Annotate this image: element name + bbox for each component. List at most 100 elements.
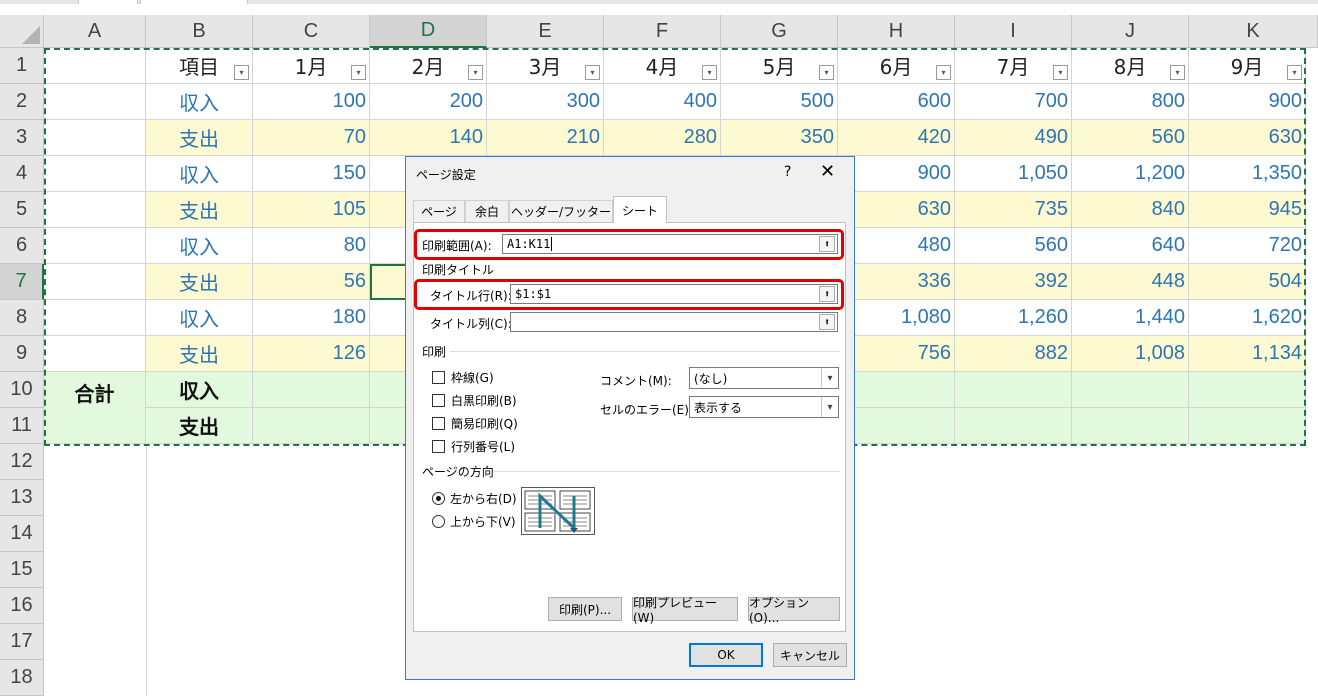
- value-cell[interactable]: 500: [721, 84, 838, 120]
- column-title-cell[interactable]: 8月 ▾: [1072, 48, 1189, 84]
- value-cell[interactable]: 1,260: [955, 300, 1072, 336]
- value-cell[interactable]: 336: [838, 264, 955, 300]
- close-icon[interactable]: ✕: [820, 161, 835, 182]
- print-button[interactable]: 印刷(P)...: [548, 597, 622, 621]
- column-title-cell[interactable]: 2月 ▾: [370, 48, 487, 84]
- value-cell[interactable]: 80: [253, 228, 370, 264]
- filter-dropdown-icon[interactable]: ▾: [702, 65, 717, 80]
- value-cell[interactable]: 140: [370, 120, 487, 156]
- total-value-cell[interactable]: [1072, 372, 1189, 408]
- value-cell[interactable]: 945: [1189, 192, 1306, 228]
- value-cell[interactable]: 560: [1072, 120, 1189, 156]
- filter-dropdown-icon[interactable]: ▾: [1287, 65, 1302, 80]
- row-header-18[interactable]: 18: [0, 660, 44, 696]
- column-title-cell[interactable]: 5月 ▾: [721, 48, 838, 84]
- column-title-cell[interactable]: 1月 ▾: [253, 48, 370, 84]
- value-cell[interactable]: 756: [838, 336, 955, 372]
- total-item-cell[interactable]: 支出: [146, 408, 253, 444]
- total-label-cell[interactable]: [44, 408, 146, 444]
- item-cell[interactable]: 収入: [146, 300, 253, 336]
- column-title-cell[interactable]: 項目 ▾: [146, 48, 253, 84]
- row-header-13[interactable]: 13: [0, 480, 44, 516]
- value-cell[interactable]: 630: [1189, 120, 1306, 156]
- value-cell[interactable]: 200: [370, 84, 487, 120]
- select-all-button[interactable]: [0, 15, 44, 48]
- column-header-h[interactable]: H: [838, 15, 955, 48]
- total-item-cell[interactable]: 収入: [146, 372, 253, 408]
- row-header-1[interactable]: 1: [0, 48, 44, 84]
- tab-page[interactable]: ページ: [413, 200, 465, 222]
- value-cell[interactable]: 70: [253, 120, 370, 156]
- value-cell[interactable]: 350: [721, 120, 838, 156]
- column-header-b[interactable]: B: [146, 15, 253, 48]
- column-header-f[interactable]: F: [604, 15, 721, 48]
- value-cell[interactable]: 448: [1072, 264, 1189, 300]
- value-cell[interactable]: 1,134: [1189, 336, 1306, 372]
- column-title-cell[interactable]: 6月 ▾: [838, 48, 955, 84]
- row-header-8[interactable]: 8: [0, 300, 44, 336]
- print-preview-button[interactable]: 印刷プレビュー(W): [632, 596, 738, 625]
- value-cell[interactable]: 1,440: [1072, 300, 1189, 336]
- title-rows-input[interactable]: $1:$1 ⬆: [510, 284, 838, 304]
- row-header-11[interactable]: 11: [0, 408, 44, 444]
- total-value-cell[interactable]: [253, 372, 370, 408]
- value-cell[interactable]: 504: [1189, 264, 1306, 300]
- row-header-9[interactable]: 9: [0, 336, 44, 372]
- row-header-16[interactable]: 16: [0, 588, 44, 624]
- cell[interactable]: [44, 48, 146, 84]
- column-header-g[interactable]: G: [721, 15, 838, 48]
- value-cell[interactable]: 150: [253, 156, 370, 192]
- row-header-15[interactable]: 15: [0, 552, 44, 588]
- item-cell[interactable]: 収入: [146, 156, 253, 192]
- value-cell[interactable]: 735: [955, 192, 1072, 228]
- value-cell[interactable]: 900: [1189, 84, 1306, 120]
- value-cell[interactable]: 105: [253, 192, 370, 228]
- tab-header-footer[interactable]: ヘッダー/フッター: [509, 200, 613, 222]
- value-cell[interactable]: 640: [1072, 228, 1189, 264]
- filter-dropdown-icon[interactable]: ▾: [1053, 65, 1068, 80]
- column-header-c[interactable]: C: [253, 15, 370, 48]
- total-value-cell[interactable]: [838, 372, 955, 408]
- cell[interactable]: [44, 120, 146, 156]
- filter-dropdown-icon[interactable]: ▾: [234, 65, 249, 80]
- column-title-cell[interactable]: 4月 ▾: [604, 48, 721, 84]
- cell[interactable]: [44, 156, 146, 192]
- column-header-d[interactable]: D: [370, 15, 487, 48]
- total-value-cell[interactable]: [1072, 408, 1189, 444]
- value-cell[interactable]: 1,080: [838, 300, 955, 336]
- cell[interactable]: [44, 228, 146, 264]
- value-cell[interactable]: 1,008: [1072, 336, 1189, 372]
- row-header-7[interactable]: 7: [0, 264, 44, 300]
- row-header-5[interactable]: 5: [0, 192, 44, 228]
- value-cell[interactable]: 392: [955, 264, 1072, 300]
- total-value-cell[interactable]: [1189, 408, 1306, 444]
- value-cell[interactable]: 600: [838, 84, 955, 120]
- item-cell[interactable]: 収入: [146, 84, 253, 120]
- options-button[interactable]: オプション(O)...: [748, 596, 840, 625]
- value-cell[interactable]: 560: [955, 228, 1072, 264]
- radio-left-to-right[interactable]: 左から右(D): [432, 490, 517, 507]
- row-header-4[interactable]: 4: [0, 156, 44, 192]
- value-cell[interactable]: 480: [838, 228, 955, 264]
- column-header-i[interactable]: I: [955, 15, 1072, 48]
- row-header-10[interactable]: 10: [0, 372, 44, 408]
- value-cell[interactable]: 400: [604, 84, 721, 120]
- value-cell[interactable]: 900: [838, 156, 955, 192]
- title-cols-input[interactable]: ⬆: [510, 312, 838, 332]
- item-cell[interactable]: 収入: [146, 228, 253, 264]
- total-value-cell[interactable]: [253, 408, 370, 444]
- value-cell[interactable]: 1,200: [1072, 156, 1189, 192]
- column-title-cell[interactable]: 3月 ▾: [487, 48, 604, 84]
- value-cell[interactable]: 300: [487, 84, 604, 120]
- value-cell[interactable]: 882: [955, 336, 1072, 372]
- cell[interactable]: [44, 264, 146, 300]
- filter-dropdown-icon[interactable]: ▾: [585, 65, 600, 80]
- total-value-cell[interactable]: [955, 408, 1072, 444]
- cell[interactable]: [44, 192, 146, 228]
- help-icon[interactable]: ?: [784, 164, 791, 180]
- value-cell[interactable]: 280: [604, 120, 721, 156]
- checkbox-draft-quality[interactable]: 簡易印刷(Q): [432, 415, 518, 432]
- value-cell[interactable]: 720: [1189, 228, 1306, 264]
- filter-dropdown-icon[interactable]: ▾: [936, 65, 951, 80]
- filter-dropdown-icon[interactable]: ▾: [819, 65, 834, 80]
